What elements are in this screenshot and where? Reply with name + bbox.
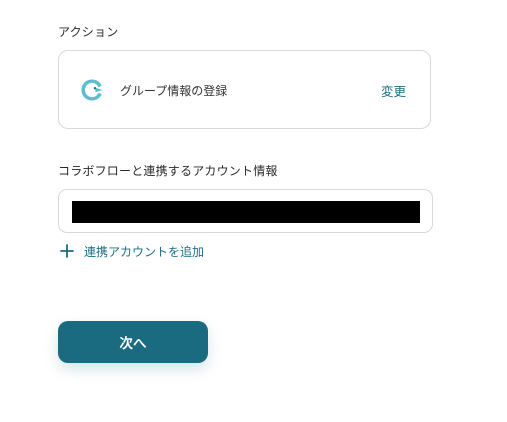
action-name: グループ情報の登録 (120, 84, 228, 98)
account-section-label: コラボフローと連携するアカウント情報 (58, 164, 278, 178)
action-card: グループ情報の登録 変更 (58, 50, 431, 129)
action-settings-page: アクション グループ情報の登録 変更 コラボフローと連携するアカウント情報 連携… (0, 0, 507, 422)
account-value-redacted (72, 201, 420, 223)
account-select-field[interactable] (58, 189, 433, 233)
collabflow-logo-icon (81, 79, 103, 101)
add-linked-account-label: 連携アカウントを追加 (84, 244, 205, 259)
change-action-link[interactable]: 変更 (381, 81, 406, 100)
plus-icon (60, 244, 74, 258)
next-button[interactable]: 次へ (58, 321, 208, 363)
action-section-label: アクション (58, 25, 119, 39)
add-linked-account-link[interactable]: 連携アカウントを追加 (60, 242, 204, 260)
